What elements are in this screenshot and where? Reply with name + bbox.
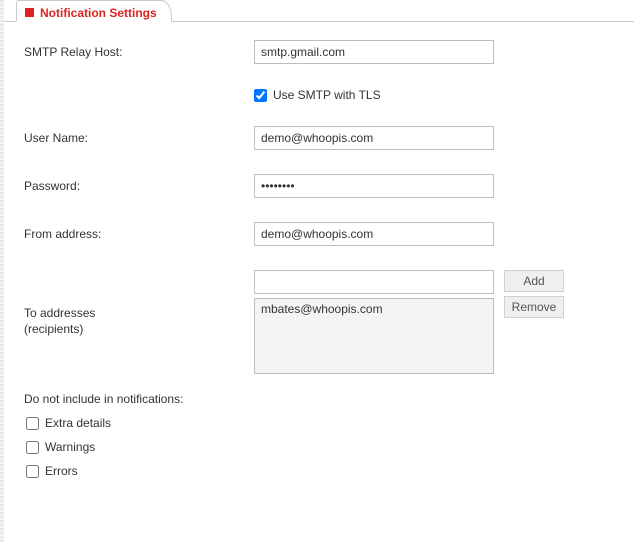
- from-address-input[interactable]: [254, 222, 494, 246]
- recipient-entry-input[interactable]: [254, 270, 494, 294]
- exclude-option-label: Extra details: [45, 416, 111, 430]
- username-label: User Name:: [24, 131, 254, 145]
- recipients-listbox[interactable]: mbates@whoopis.com: [254, 298, 494, 374]
- exclude-option[interactable]: Warnings: [26, 440, 614, 454]
- recipient-item[interactable]: mbates@whoopis.com: [259, 301, 489, 317]
- left-edge-decoration: [0, 0, 4, 542]
- exclude-section: Do not include in notifications: Extra d…: [24, 392, 614, 478]
- password-input[interactable]: [254, 174, 494, 198]
- exclude-option[interactable]: Extra details: [26, 416, 614, 430]
- tab-title: Notification Settings: [40, 6, 157, 20]
- recipients-label: To addresses (recipients): [24, 270, 254, 337]
- exclude-option[interactable]: Errors: [26, 464, 614, 478]
- exclude-checkbox[interactable]: [26, 441, 39, 454]
- exclude-checkbox[interactable]: [26, 417, 39, 430]
- tls-checkbox[interactable]: [254, 89, 267, 102]
- tls-label: Use SMTP with TLS: [273, 88, 381, 102]
- password-label: Password:: [24, 179, 254, 193]
- exclude-option-label: Warnings: [45, 440, 95, 454]
- exclude-checkbox[interactable]: [26, 465, 39, 478]
- settings-panel: SMTP Relay Host: Use SMTP with TLS User …: [4, 22, 634, 498]
- smtp-host-label: SMTP Relay Host:: [24, 45, 254, 59]
- tab-indicator-icon: [25, 8, 34, 17]
- smtp-host-input[interactable]: [254, 40, 494, 64]
- exclude-option-label: Errors: [45, 464, 78, 478]
- exclude-section-title: Do not include in notifications:: [24, 392, 614, 406]
- username-input[interactable]: [254, 126, 494, 150]
- tab-notification-settings[interactable]: Notification Settings: [16, 0, 172, 22]
- tab-strip: Notification Settings: [4, 0, 634, 22]
- add-button[interactable]: Add: [504, 270, 564, 292]
- remove-button[interactable]: Remove: [504, 296, 564, 318]
- tls-checkbox-row[interactable]: Use SMTP with TLS: [254, 88, 614, 102]
- from-address-label: From address:: [24, 227, 254, 241]
